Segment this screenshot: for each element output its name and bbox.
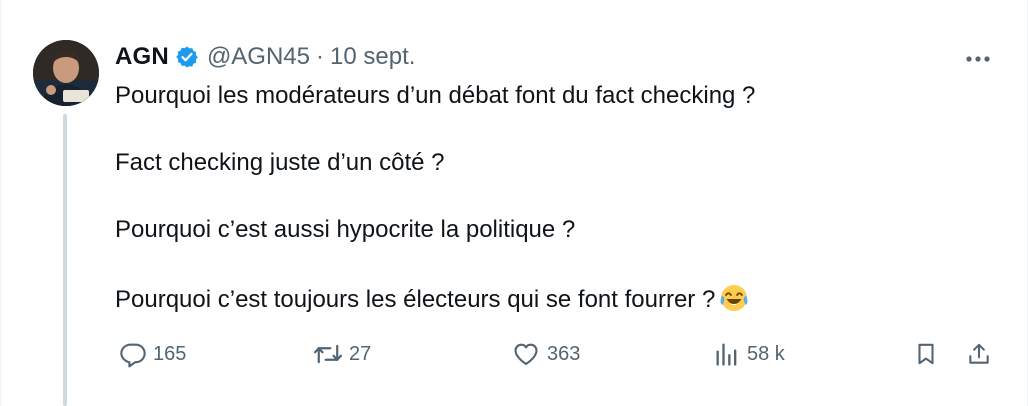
views-count: 58 k xyxy=(747,342,785,365)
like-button[interactable]: 363 xyxy=(511,338,580,370)
verified-badge-icon xyxy=(175,45,199,69)
thread-line xyxy=(63,114,67,406)
tweet-text-line: Pourquoi les modérateurs d’un débat font… xyxy=(115,82,756,109)
tears-of-joy-emoji-icon xyxy=(719,283,749,313)
repost-icon xyxy=(313,340,343,368)
tweet-text-line: Pourquoi c’est aussi hypocrite la politi… xyxy=(115,216,576,243)
separator-dot: · xyxy=(316,43,325,70)
bookmark-icon[interactable] xyxy=(911,338,941,370)
tweet-text-line: Fact checking juste d’un côté ? xyxy=(115,149,445,176)
repost-count: 27 xyxy=(349,342,372,365)
repost-button[interactable]: 27 xyxy=(313,338,371,370)
more-icon[interactable] xyxy=(961,46,995,72)
tweet-text-last: Pourquoi c’est toujours les électeurs qu… xyxy=(115,283,749,315)
tweet-date[interactable]: 10 sept. xyxy=(330,43,415,71)
author-name[interactable]: AGN xyxy=(115,43,169,71)
views-button[interactable]: 58 k xyxy=(713,338,785,370)
avatar[interactable] xyxy=(33,40,99,106)
author-handle[interactable]: @AGN45 xyxy=(207,43,310,71)
tweet-text-line: Pourquoi c’est toujours les électeurs qu… xyxy=(115,286,716,313)
like-count: 363 xyxy=(547,342,581,365)
reply-count: 165 xyxy=(153,342,187,365)
share-icon[interactable] xyxy=(964,338,994,370)
tweet-card[interactable]: AGN @AGN45 · 10 sept. Pourquoi les modér… xyxy=(0,0,1028,406)
reply-icon xyxy=(119,340,147,368)
tweet-header: AGN @AGN45 · 10 sept. xyxy=(115,40,415,74)
heart-icon xyxy=(511,340,541,368)
views-icon xyxy=(713,340,741,368)
reply-button[interactable]: 165 xyxy=(119,338,186,370)
